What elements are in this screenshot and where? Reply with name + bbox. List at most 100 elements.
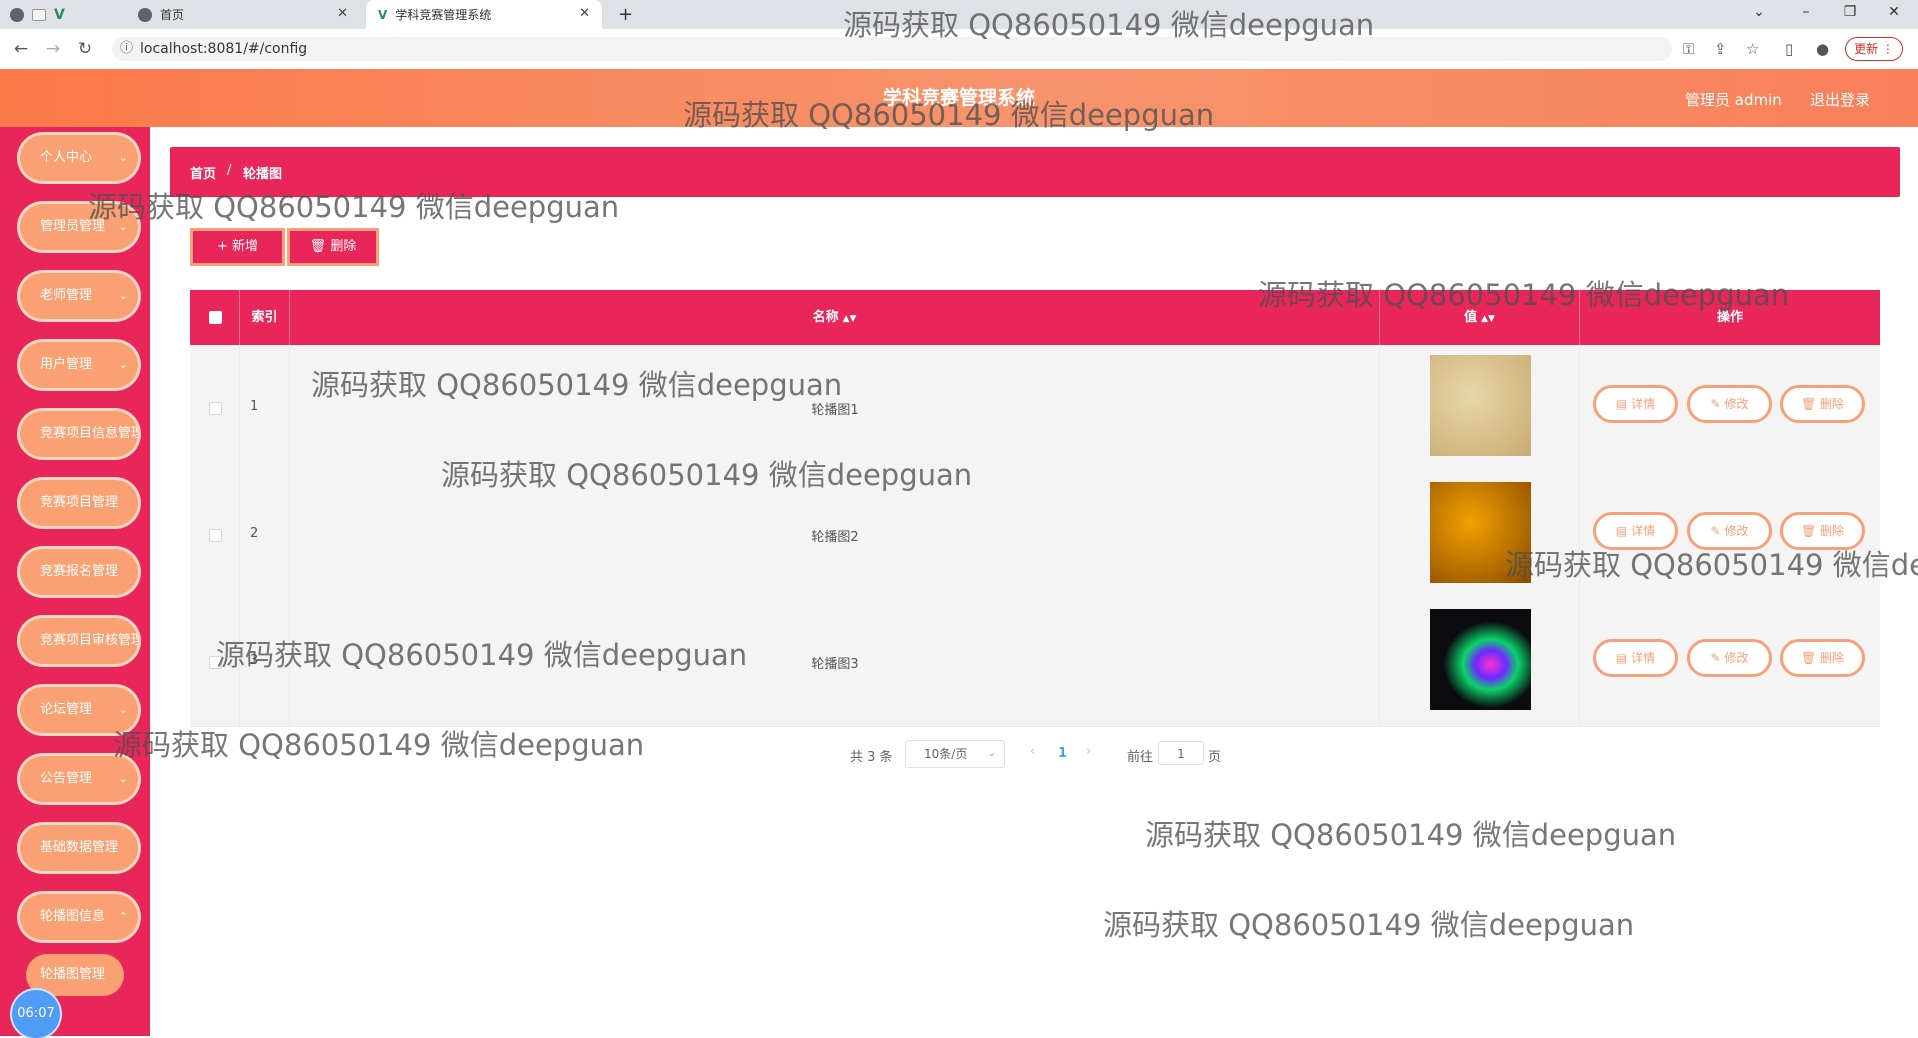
select-all-checkbox[interactable] [209,311,222,324]
tab-strip-icons: V [10,0,65,29]
sidepanel-icon[interactable]: ▯ [1785,40,1793,58]
select-all-cell [190,290,240,345]
chevron-down-icon: ⌄ [118,289,128,302]
row-name: 轮播图2 [811,530,859,545]
vue-icon: V [378,7,388,22]
app-title: 学科竞赛管理系统 [882,87,1035,109]
watermark: 源码获取 QQ86050149 微信deepguan [1103,908,1635,942]
header-value[interactable]: 值 ▲▼ [1380,290,1580,345]
tab-home[interactable]: 首页 ✕ [130,0,360,29]
browser-address-bar: ← → ↻ ⓘ localhost:8081/#/config ⚿ ⇪ ☆ ▯ … [0,29,1918,70]
forward-icon[interactable]: → [42,39,64,59]
tab-close-icon[interactable]: ✕ [337,6,348,21]
tab-close-icon[interactable]: ✕ [579,6,590,21]
table-row: 1 轮播图1 ▤ 详情 ✎ 修改 🗑 删除 [190,345,1880,473]
row-name: 轮播图3 [811,657,859,672]
tab-title: 首页 [160,8,185,22]
sidebar-item-competition[interactable]: 竞赛项目管理 [20,480,138,526]
chevron-down-icon: ⌄ [118,772,128,785]
restore-icon[interactable]: ❐ [1840,4,1860,20]
table-cell [240,599,290,726]
row-checkbox[interactable] [209,529,222,542]
banner-thumbnail [1430,609,1531,710]
trash-icon: 🗑 [1800,397,1821,411]
sidebar-item-admin[interactable]: 管理员管理 ⌄ [20,204,138,250]
table-header: 索引 名称 ▲▼ 值 ▲▼ 操作 [190,290,1880,345]
trash-icon: 🗑 [1800,651,1821,665]
globe-icon [138,7,152,22]
sidebar-item-teacher[interactable]: 老师管理 ⌄ [20,273,138,319]
logout-link[interactable]: 退出登录 [1810,89,1870,110]
row-delete-button[interactable]: 🗑 删除 [1780,385,1865,423]
document-icon: ▤ [1615,651,1632,665]
app-header: 学科竞赛管理系统 管理员 admin 退出登录 [0,69,1918,127]
header-ops: 操作 [1716,310,1743,325]
row-delete-button[interactable]: 🗑 删除 [1780,512,1865,550]
new-tab-button[interactable]: + [618,0,633,29]
sidebar-item-review[interactable]: 竞赛项目审核管理 [20,618,138,664]
sort-icon[interactable]: ▲▼ [1481,314,1495,324]
clock-badge: 06:07 [12,990,60,1038]
goto-page-input[interactable]: 1 [1158,741,1204,765]
delete-button[interactable]: 🗑 删除 [287,228,379,266]
goto-label: 前往 [1127,750,1154,765]
row-checkbox[interactable] [209,656,222,669]
page-number[interactable]: 1 [1058,746,1067,761]
row-delete-button[interactable]: 🗑 删除 [1780,639,1865,677]
tab-active-system[interactable]: V 学科竞赛管理系统 ✕ [366,0,602,29]
banner-thumbnail [1430,355,1531,456]
pencil-icon: ✎ [1710,397,1725,411]
tab-search-icon[interactable]: ⌄ [1749,4,1769,20]
row-checkbox[interactable] [209,402,222,415]
sidebar: 个人中心 ⌄ 管理员管理 ⌄ 老师管理 ⌄ 用户管理 ⌄ 竞赛项目信息管理 竞赛项目管理… [0,127,150,1036]
edit-button[interactable]: ✎ 修改 [1687,512,1772,550]
page-size-select[interactable]: 10条/页 ⌄ [905,740,1005,768]
table-cell [240,472,290,599]
vue-icon: V [54,6,65,23]
chevron-down-icon: ⌄ [118,220,128,233]
admin-label: 管理员 admin [1685,91,1782,109]
update-button[interactable]: 更新 ⋮ [1845,37,1903,61]
close-icon[interactable]: ✕ [1884,4,1904,20]
detail-button[interactable]: ▤ 详情 [1593,385,1678,423]
star-icon[interactable]: ☆ [1746,40,1759,58]
sidebar-item-banner-info[interactable]: 轮播图信息 ⌃ [20,894,138,940]
detail-button[interactable]: ▤ 详情 [1593,639,1678,677]
url-input[interactable]: ⓘ localhost:8081/#/config [112,37,1672,61]
sidebar-item-profile[interactable]: 个人中心 ⌄ [20,135,138,181]
reload-icon[interactable]: ↻ [74,39,96,59]
edit-button[interactable]: ✎ 修改 [1687,385,1772,423]
document-icon: ▤ [1615,397,1632,411]
key-icon[interactable]: ⚿ [1683,40,1694,58]
sort-icon[interactable]: ▲▼ [843,314,857,324]
sidebar-item-basic-data[interactable]: 基础数据管理 [20,825,138,871]
page-icon [32,8,46,21]
document-icon: ▤ [1615,524,1632,538]
table-row: 2 轮播图2 ▤ 详情 ✎ 修改 🗑 删除 [190,472,1880,600]
sidebar-item-notice[interactable]: 公告管理 ⌄ [20,756,138,802]
header-name[interactable]: 名称 ▲▼ [290,290,1380,345]
sidebar-item-user[interactable]: 用户管理 ⌄ [20,342,138,388]
prev-page-icon[interactable]: ‹ [1030,744,1035,759]
sidebar-item-forum[interactable]: 论坛管理 ⌄ [20,687,138,733]
edit-button[interactable]: ✎ 修改 [1687,639,1772,677]
pagination-total: 共 3 条 [850,750,893,765]
browser-tab-bar: V 首页 ✕ V 学科竞赛管理系统 ✕ + ⌄ – ❐ ✕ [0,0,1918,29]
row-index: 2 [250,526,259,541]
breadcrumb-home[interactable]: 首页 [190,163,216,182]
share-icon[interactable]: ⇪ [1714,40,1727,58]
sidebar-item-competition-info[interactable]: 竞赛项目信息管理 [20,411,138,457]
table-cell [240,345,290,472]
minimize-icon[interactable]: – [1796,4,1816,20]
banner-table: 索引 名称 ▲▼ 值 ▲▼ 操作 1 轮播图1 ▤ 详情 ✎ 修改 🗑 删除 2 轮播图2 ▤ 详… [190,290,1880,728]
back-icon[interactable]: ← [10,39,32,59]
sidebar-item-registration[interactable]: 竞赛报名管理 [20,549,138,595]
chevron-down-icon: ⌄ [118,703,128,716]
add-button[interactable]: + 新增 [190,228,285,266]
profile-icon[interactable]: ● [1816,40,1829,58]
info-icon[interactable]: ⓘ [120,37,133,61]
row-index: 1 [250,399,259,414]
chevron-down-icon: ⌄ [118,358,128,371]
detail-button[interactable]: ▤ 详情 [1593,512,1678,550]
next-page-icon[interactable]: › [1086,744,1091,759]
